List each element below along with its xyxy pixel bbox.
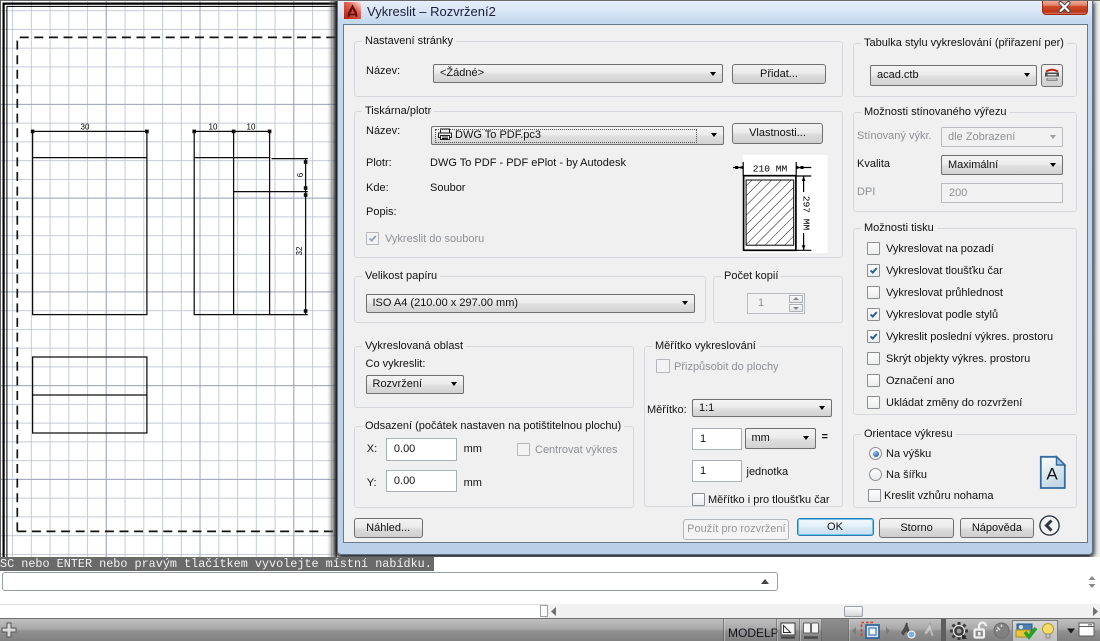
svg-text:32: 32 — [295, 246, 304, 255]
svg-text:10: 10 — [209, 123, 218, 132]
svg-text:30: 30 — [81, 123, 90, 132]
svg-text:297 MM: 297 MM — [801, 196, 812, 231]
svg-text:210 MM: 210 MM — [753, 164, 788, 175]
svg-text:A: A — [1046, 465, 1058, 484]
svg-text:6: 6 — [296, 172, 305, 177]
svg-text:10: 10 — [247, 123, 256, 132]
